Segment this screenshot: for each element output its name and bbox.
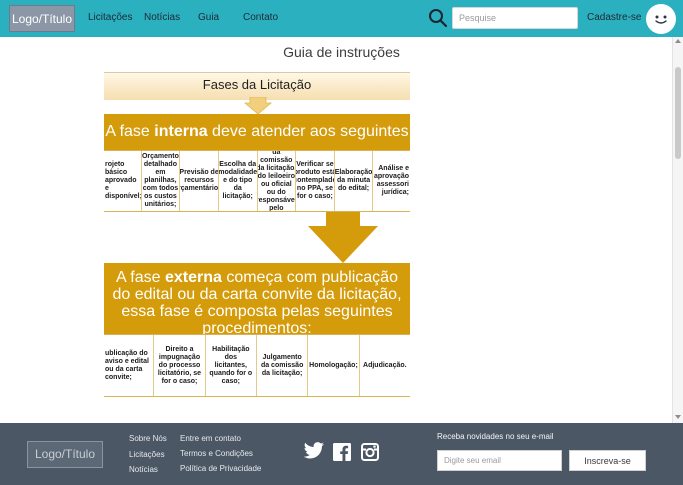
scroll-up-arrow-icon[interactable] — [675, 39, 681, 43]
smiley-face-icon[interactable] — [646, 4, 676, 34]
external-item: Habilitação dos licitantes, quando for o… — [206, 335, 257, 396]
facebook-icon[interactable] — [333, 443, 351, 466]
external-item: ublicação do aviso e edital ou da carta … — [104, 335, 155, 396]
footer-link-contato[interactable]: Entre em contato — [180, 434, 241, 443]
nav-noticias[interactable]: Notícias — [144, 12, 180, 23]
header-logo[interactable]: Logo/Título — [9, 5, 75, 32]
external-prefix: A fase — [116, 269, 165, 286]
scroll-down-arrow-icon[interactable] — [675, 415, 681, 419]
internal-prefix: A fase — [105, 123, 155, 140]
footer-link-sobre-nos[interactable]: Sobre Nós — [129, 434, 167, 443]
footer-link-termos[interactable]: Termos e Condições — [180, 449, 253, 458]
footer-link-noticias[interactable]: Notícias — [129, 465, 158, 474]
internal-item: Previsão de recursos orçamentários; — [180, 151, 219, 211]
newsletter-label: Receba novidades no seu e-mail — [437, 432, 554, 441]
internal-item: Escolha da modalidade e do tipo da licit… — [219, 151, 258, 211]
vertical-scrollbar[interactable] — [672, 37, 683, 423]
subscribe-button[interactable]: Inscreva-se — [569, 450, 646, 471]
page-title: Guia de instruções — [283, 44, 400, 60]
arrow-down-icon — [243, 97, 273, 115]
internal-item: Verificar se produto está contemplado no… — [296, 151, 335, 211]
nav-guia[interactable]: Guia — [198, 12, 219, 23]
footer-logo[interactable]: Logo/Título — [27, 441, 103, 468]
phases-title: Fases da Licitação — [202, 77, 312, 92]
search-icon[interactable] — [428, 8, 448, 28]
internal-item: Elaboração da minuta do edital; — [335, 151, 374, 211]
internal-phase-banner: A fase interna deve atender aos seguinte… — [104, 114, 410, 176]
external-phase-banner: A fase externa começa com publicação do … — [104, 263, 410, 337]
external-item: Homologação; — [308, 335, 360, 396]
nav-licitacoes[interactable]: Licitações — [88, 12, 132, 23]
internal-highlight: interna — [154, 123, 208, 140]
external-item: Julgamento da comissão da licitação; — [257, 335, 309, 396]
internal-requirements-list: rojeto básico aprovado e disponível; Orç… — [104, 150, 410, 212]
external-procedures-list: ublicação do aviso e edital ou da carta … — [104, 334, 410, 397]
nav-contato[interactable]: Contato — [243, 12, 278, 23]
external-item: Direito a impugnação do processo licitat… — [154, 335, 206, 396]
search-input[interactable] — [452, 7, 578, 29]
footer-link-privacidade[interactable]: Política de Privacidade — [180, 464, 261, 473]
internal-item: rojeto básico aprovado e disponível; — [104, 151, 142, 211]
internal-item: Análise e aprovação assessori jurídica; — [373, 165, 410, 196]
twitter-icon[interactable] — [303, 442, 325, 465]
footer-link-licitacoes[interactable]: Licitações — [129, 450, 165, 459]
instagram-icon[interactable] — [361, 443, 379, 466]
large-arrow-down-icon — [308, 212, 378, 263]
internal-item: Designação da comissão da licitação, do … — [257, 151, 297, 211]
top-navigation-bar: Logo/Título Licitações Notícias Guia Con… — [0, 0, 683, 37]
email-field[interactable] — [437, 450, 562, 471]
signup-link[interactable]: Cadastre-se — [587, 12, 641, 23]
external-highlight: externa — [164, 269, 222, 286]
scrollbar-thumb[interactable] — [675, 67, 681, 159]
internal-item: Orçamento detalhado em planilhas, com to… — [142, 151, 181, 211]
external-item: Adjudicação. — [363, 361, 407, 369]
footer: Logo/Título Sobre Nós Licitações Notícia… — [0, 423, 683, 485]
